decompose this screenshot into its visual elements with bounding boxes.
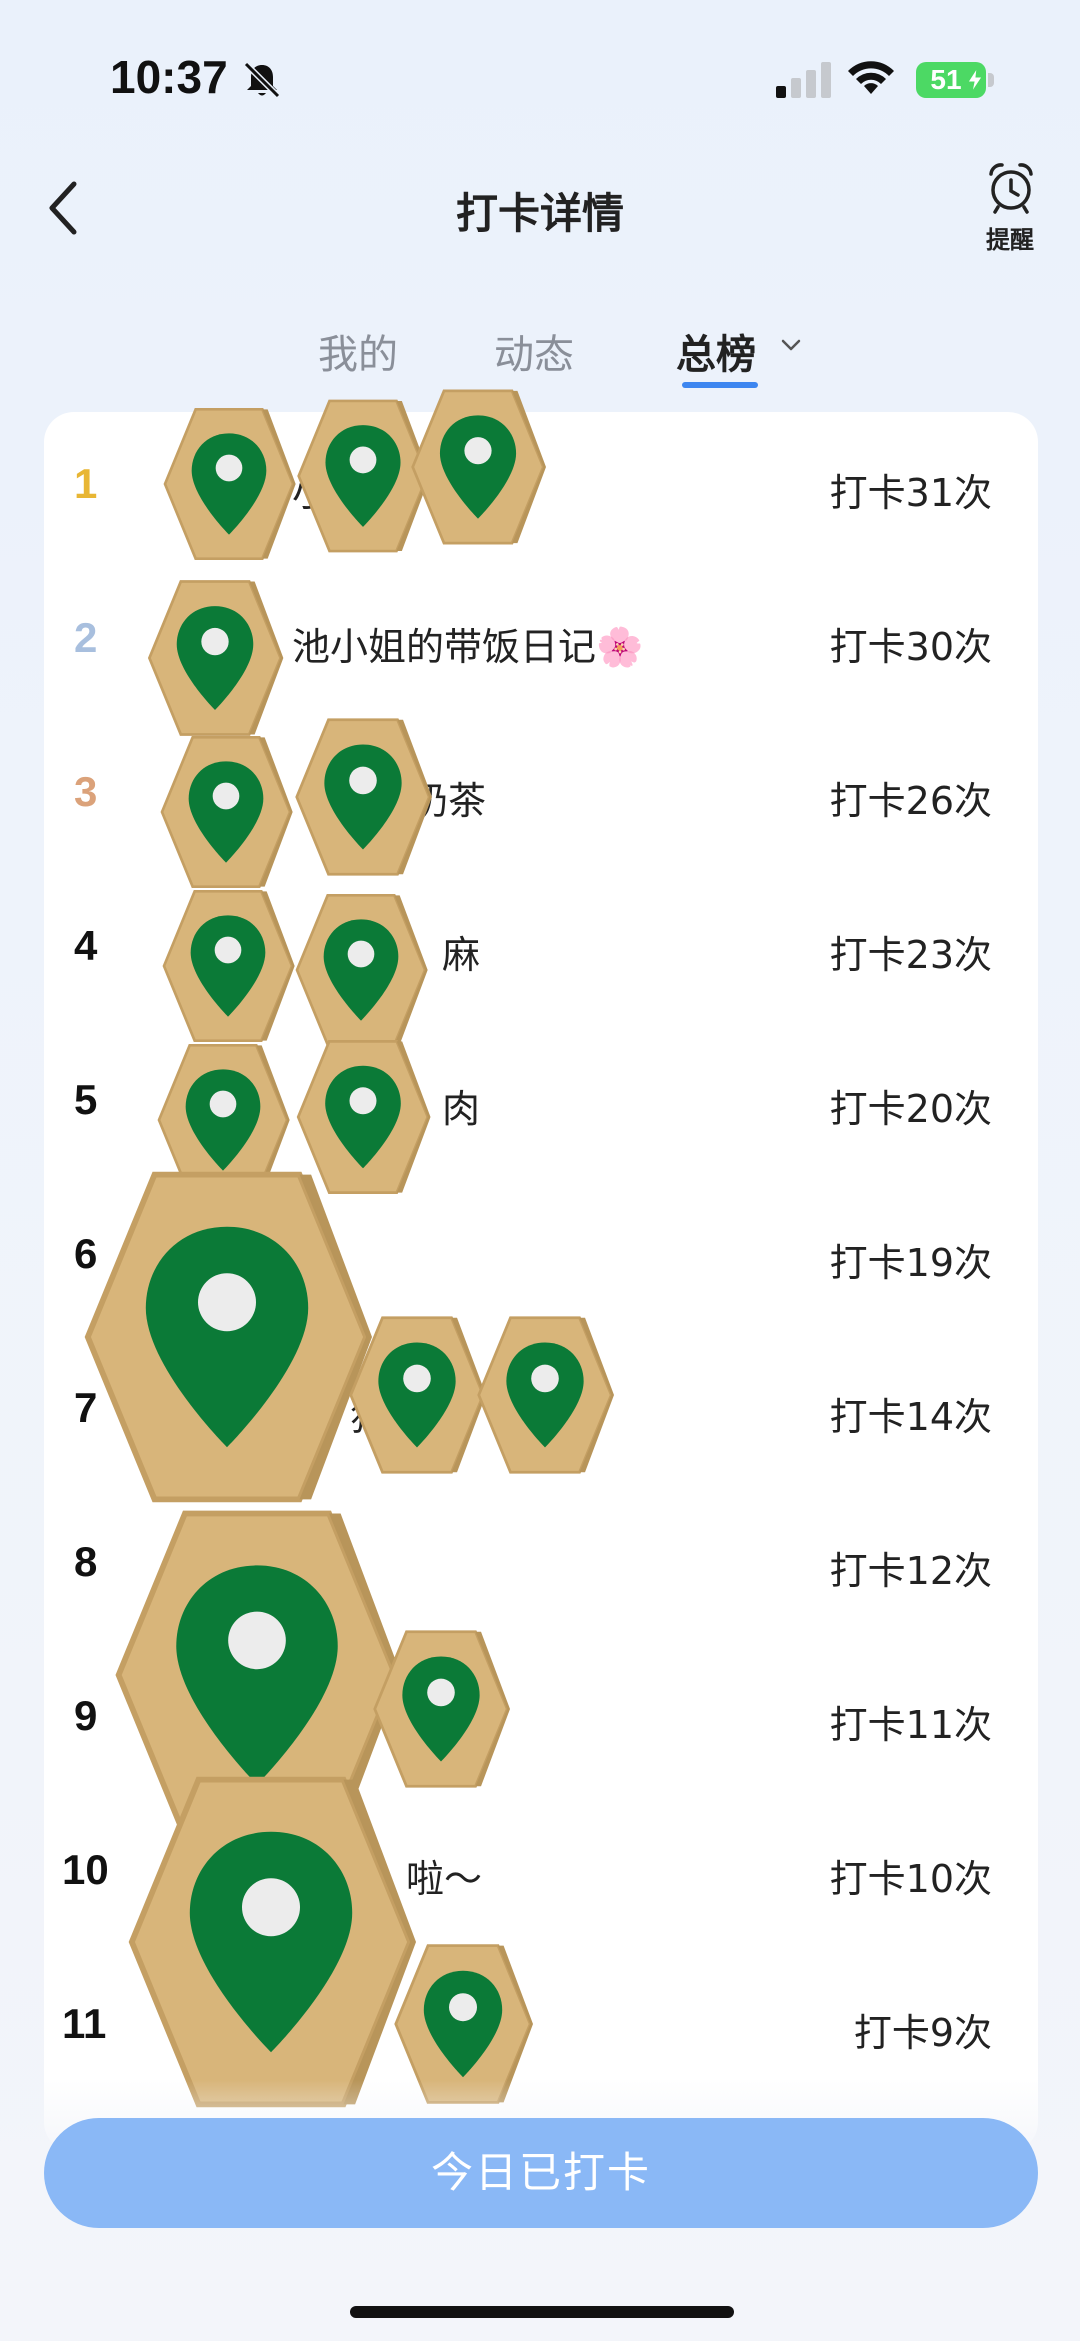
rank-number: 4 [74,922,98,969]
tab-leaderboard[interactable]: 总榜 [676,322,756,380]
checkin-count: 打卡19次 [829,1241,992,1285]
checkin-count: 打卡20次 [829,1087,992,1131]
map-pin-tile-icon [410,384,546,550]
status-bar: 10:37 51 [0,0,1080,150]
tab-mine[interactable]: 我的 [318,322,398,380]
rank-number: 3 [74,768,98,815]
page-title: 打卡详情 [455,189,624,238]
checkin-count: 打卡11次 [829,1703,992,1747]
wifi-icon [848,61,894,94]
reminder-button[interactable]: 提醒 [972,160,1048,256]
cellular-signal-icon [776,62,831,98]
checkin-count: 打卡26次 [829,779,992,823]
checkin-count: 打卡23次 [829,933,992,977]
checkin-count: 打卡12次 [829,1549,992,1593]
active-tab-indicator [682,382,758,388]
tab-feed[interactable]: 动态 [494,322,574,380]
alarm-clock-icon [989,163,1033,214]
user-name: 池小姐的带饭日记🌸 [292,625,644,669]
reminder-label: 提醒 [986,226,1034,254]
checkin-count: 打卡30次 [829,625,992,669]
battery-indicator: 51 [916,62,996,98]
map-pin-tile-icon [348,1312,486,1478]
map-pin-tile-icon [146,576,284,740]
map-pin-tile-icon [476,1312,614,1478]
rank-number: 1 [74,460,98,507]
checkin-count: 打卡31次 [829,471,992,515]
map-pin-tile-icon [292,890,430,1050]
status-time: 10:37 [110,51,228,103]
map-pin-tile-icon [126,1768,416,2116]
map-pin-tile-icon [82,1162,372,1512]
rank-number: 2 [74,614,98,661]
checked-in-today-button[interactable]: 今日已打卡 [44,2118,1038,2228]
map-pin-tile-icon [160,886,296,1046]
chevron-down-icon[interactable] [778,334,804,356]
charging-bolt-icon [967,68,983,92]
bell-muted-icon [243,61,281,99]
checkin-count: 打卡10次 [829,1857,992,1901]
battery-level: 51 [930,64,962,95]
checkin-count: 打卡9次 [853,2011,992,2055]
map-pin-tile-icon [162,404,296,564]
map-pin-tile-icon [158,732,294,892]
checkin-count: 打卡14次 [829,1395,992,1439]
rank-number: 5 [74,1076,98,1123]
battery-tip [988,73,994,87]
home-indicator [350,2306,734,2318]
map-pin-tile-icon [294,714,432,880]
